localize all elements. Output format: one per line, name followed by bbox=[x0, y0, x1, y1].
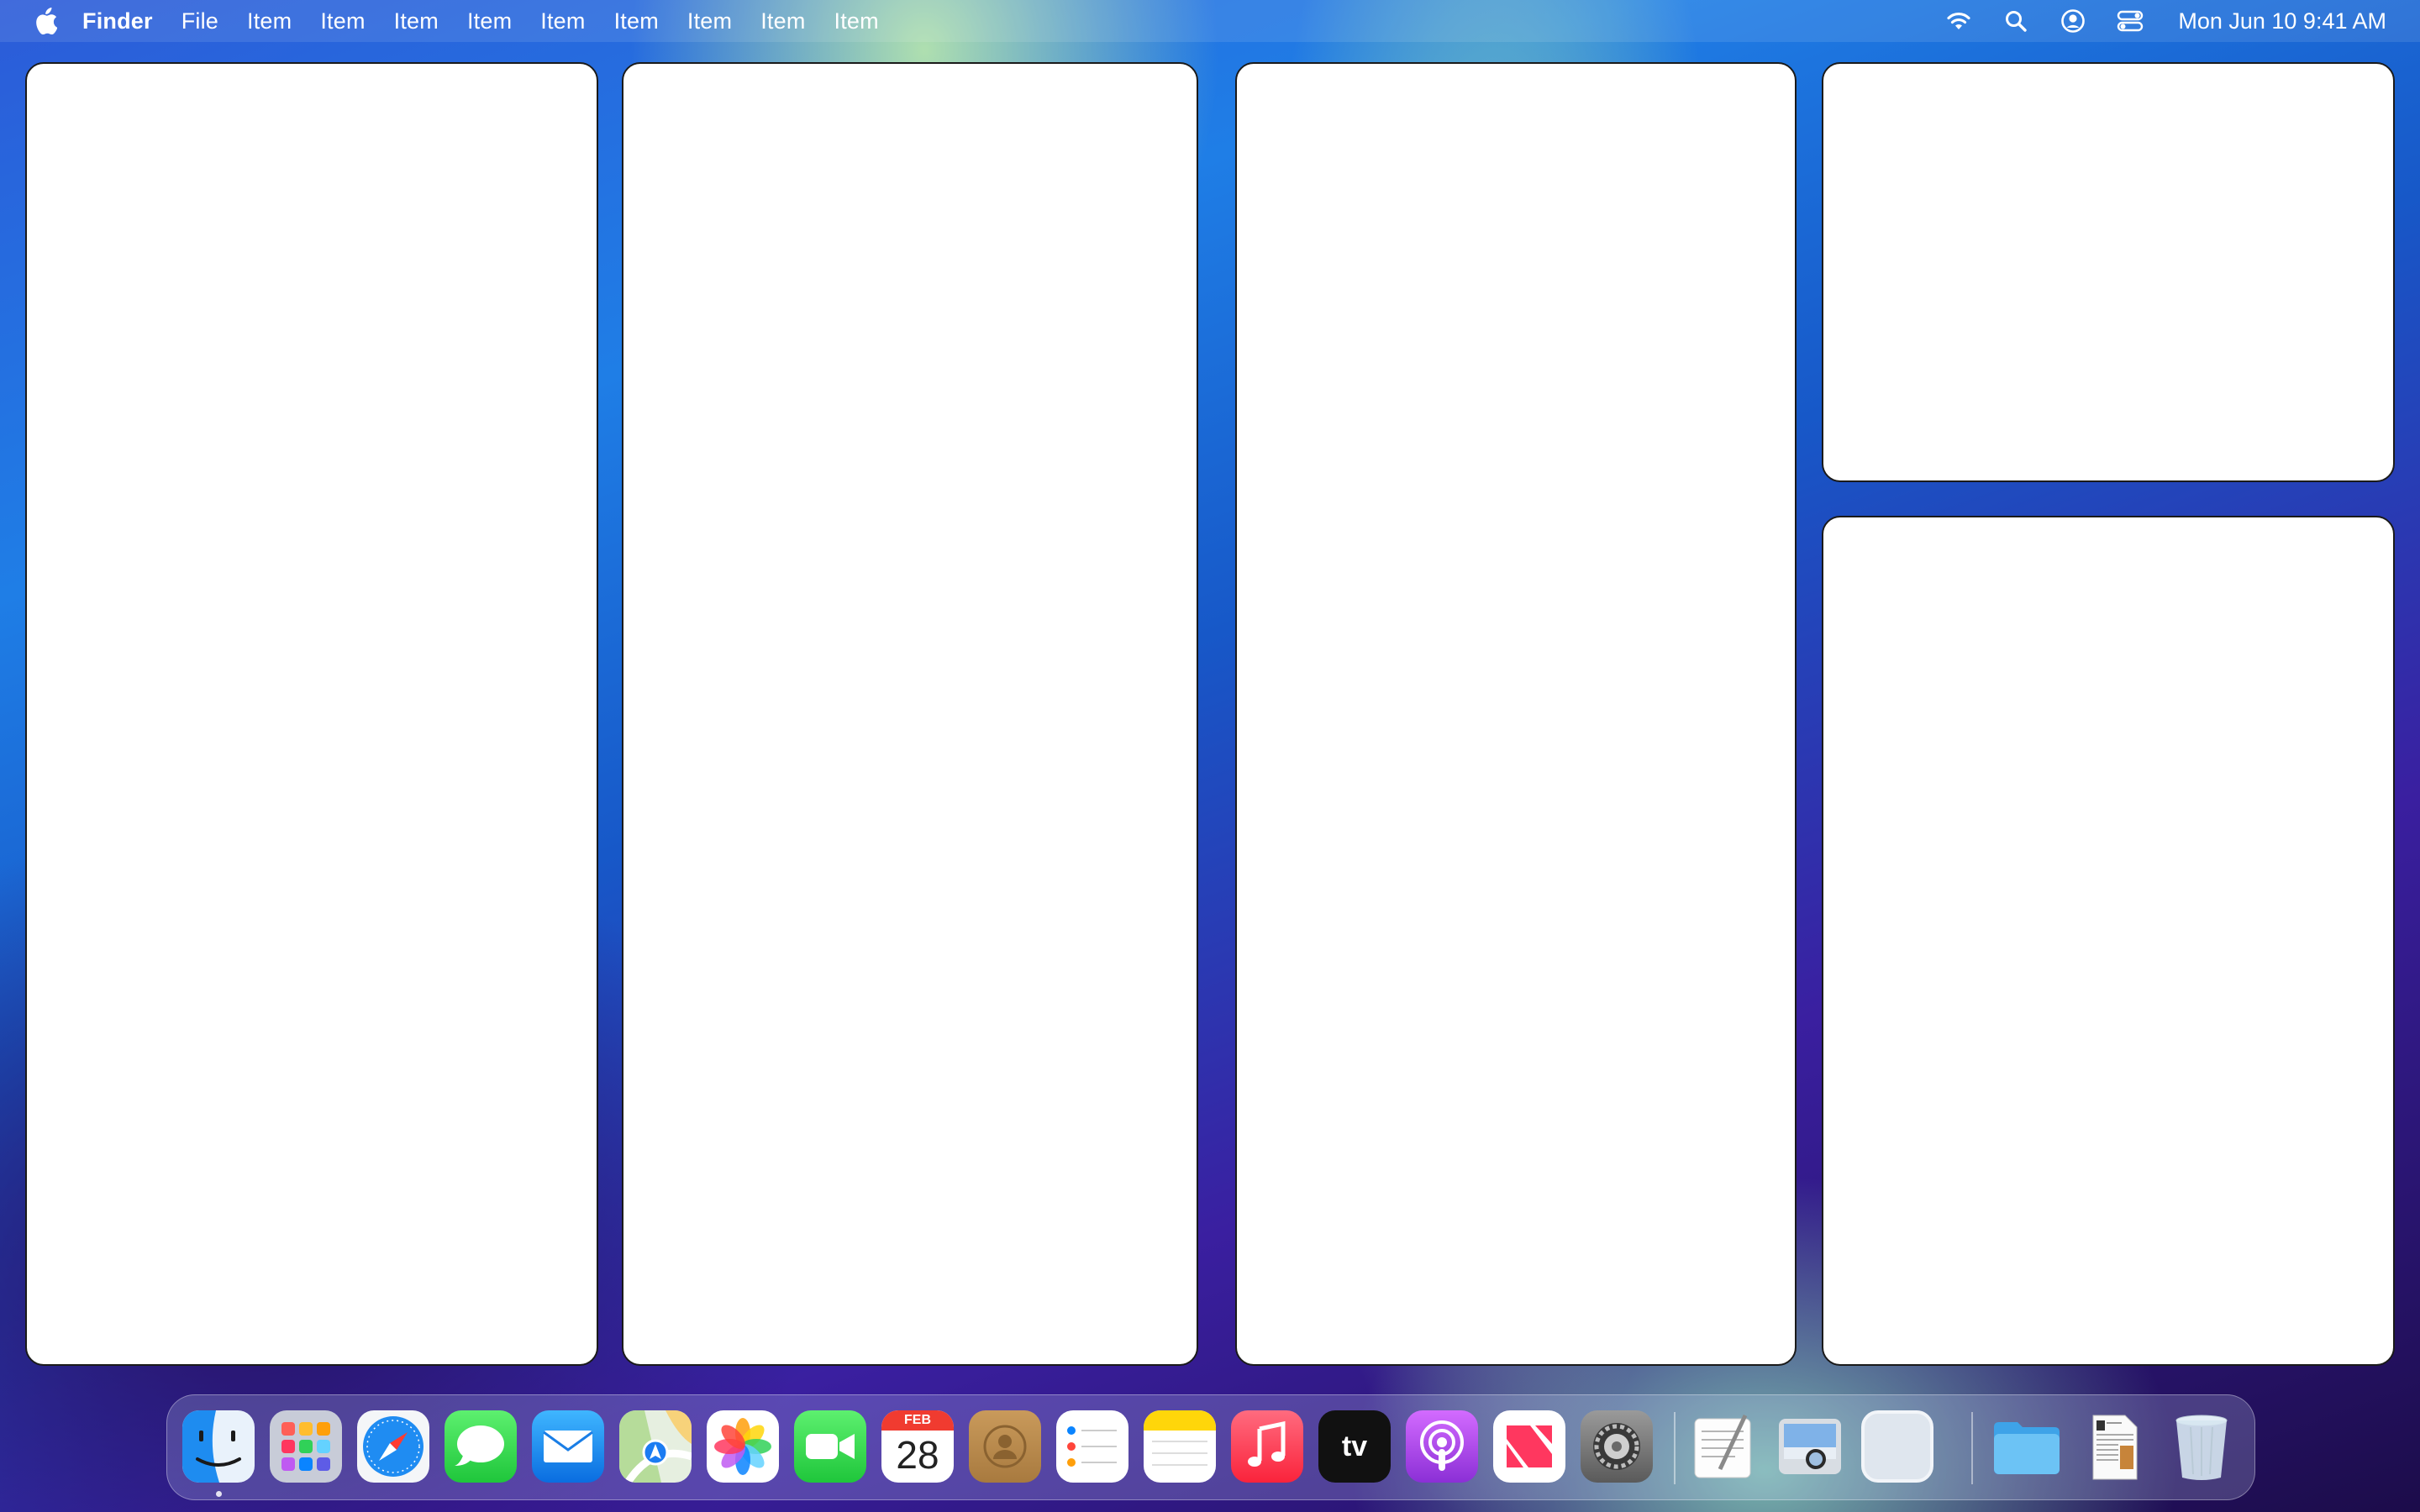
menu-item-3[interactable]: Item bbox=[394, 8, 439, 34]
status-area: Mon Jun 10 9:41 AM bbox=[1916, 0, 2386, 42]
facetime-icon[interactable] bbox=[794, 1410, 866, 1483]
textedit-icon[interactable] bbox=[1686, 1410, 1759, 1483]
contacts-icon[interactable] bbox=[969, 1410, 1041, 1483]
menu-item-9[interactable]: Item bbox=[834, 8, 879, 34]
document-icon[interactable] bbox=[2078, 1410, 2150, 1483]
photos-icon[interactable] bbox=[707, 1410, 779, 1483]
calendar-icon[interactable]: FEB 28 bbox=[881, 1410, 954, 1483]
control-center-icon[interactable] bbox=[2116, 7, 2144, 35]
menu-item-4[interactable]: Item bbox=[467, 8, 512, 34]
menu-item-6[interactable]: Item bbox=[614, 8, 659, 34]
window-5[interactable] bbox=[1822, 516, 2395, 1366]
tv-label: tv bbox=[1341, 1431, 1368, 1462]
dock-separator bbox=[1971, 1412, 1973, 1484]
window-4[interactable] bbox=[1822, 62, 2395, 482]
menu-bar: Finder File Item Item Item Item Item Ite… bbox=[0, 0, 2420, 42]
wifi-icon[interactable] bbox=[1944, 7, 1973, 35]
dock-separator bbox=[1674, 1412, 1676, 1484]
system-settings-icon[interactable] bbox=[1581, 1410, 1653, 1483]
menu-clock[interactable]: Mon Jun 10 9:41 AM bbox=[2178, 8, 2386, 34]
menu-item-2[interactable]: Item bbox=[320, 8, 365, 34]
menu-item-5[interactable]: Item bbox=[540, 8, 585, 34]
podcasts-icon[interactable] bbox=[1406, 1410, 1478, 1483]
mail-icon[interactable] bbox=[532, 1410, 604, 1483]
reminders-icon[interactable] bbox=[1056, 1410, 1128, 1483]
folder-icon[interactable] bbox=[1991, 1410, 2063, 1483]
preview-icon[interactable] bbox=[1774, 1410, 1846, 1483]
menu-file[interactable]: File bbox=[182, 8, 218, 34]
trash-icon[interactable] bbox=[2165, 1410, 2238, 1483]
apple-menu-icon[interactable] bbox=[34, 8, 57, 34]
dock: FEB 28 tv bbox=[166, 1394, 2255, 1500]
user-account-icon[interactable] bbox=[2059, 7, 2087, 35]
window-3[interactable] bbox=[1235, 62, 1797, 1366]
calendar-month: FEB bbox=[881, 1410, 954, 1431]
window-2[interactable] bbox=[622, 62, 1198, 1366]
finder-icon[interactable] bbox=[182, 1410, 255, 1483]
menu-item-8[interactable]: Item bbox=[760, 8, 805, 34]
menu-item-1[interactable]: Item bbox=[247, 8, 292, 34]
launchpad-icon[interactable] bbox=[270, 1410, 342, 1483]
music-icon[interactable] bbox=[1231, 1410, 1303, 1483]
window-1[interactable] bbox=[25, 62, 598, 1366]
messages-icon[interactable] bbox=[445, 1410, 517, 1483]
news-icon[interactable] bbox=[1493, 1410, 1565, 1483]
maps-icon[interactable] bbox=[619, 1410, 692, 1483]
menu-app-name[interactable]: Finder bbox=[82, 8, 153, 34]
menu-item-7[interactable]: Item bbox=[687, 8, 732, 34]
safari-icon[interactable] bbox=[357, 1410, 429, 1483]
running-indicator bbox=[216, 1491, 222, 1497]
calendar-day: 28 bbox=[896, 1433, 939, 1477]
blank-app-icon[interactable] bbox=[1861, 1410, 1933, 1483]
notes-icon[interactable] bbox=[1144, 1410, 1216, 1483]
apple-tv-icon[interactable]: tv bbox=[1318, 1410, 1391, 1483]
spotlight-search-icon[interactable] bbox=[2002, 7, 2030, 35]
